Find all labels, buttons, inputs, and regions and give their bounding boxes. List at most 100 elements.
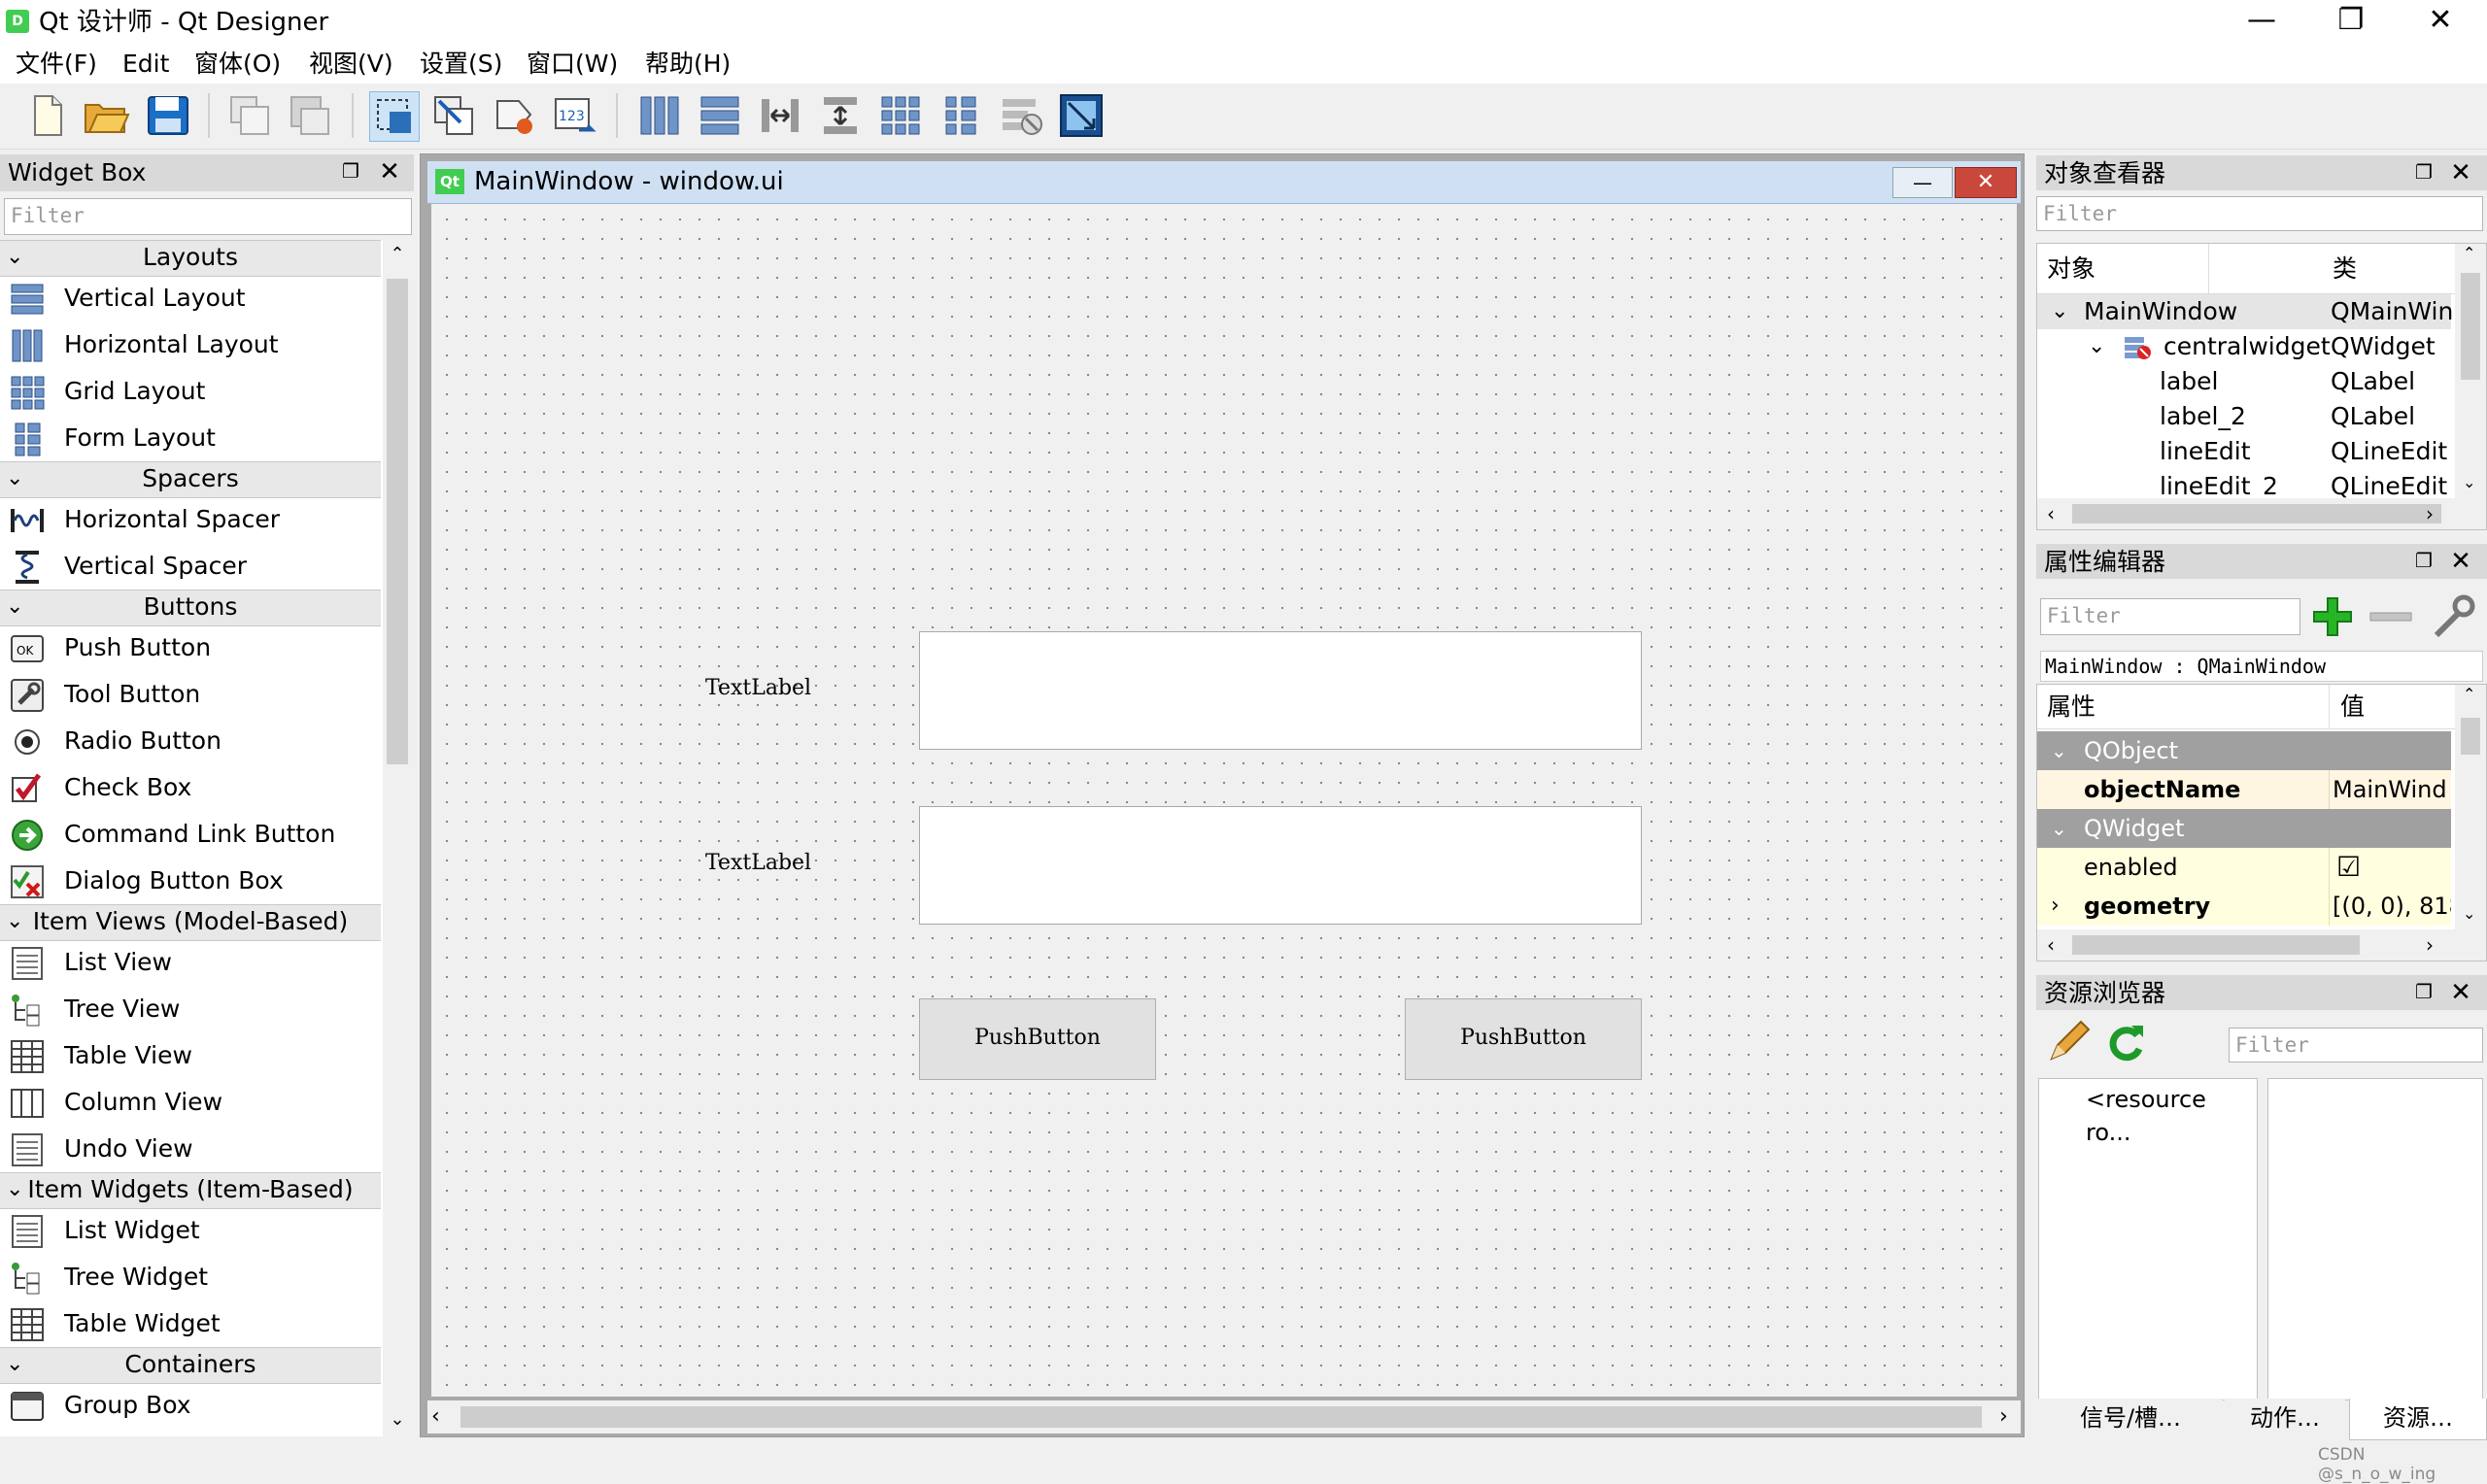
minimize-button[interactable]: — bbox=[2217, 0, 2306, 45]
tree-row-label-2[interactable]: label_2 QLabel bbox=[2037, 399, 2451, 434]
scroll-down-icon[interactable]: ⌄ bbox=[2463, 904, 2475, 923]
mdi-horizontal-scrollbar[interactable]: ‹ › bbox=[427, 1400, 2021, 1433]
widget-item-undo-view[interactable]: Undo View bbox=[0, 1126, 381, 1172]
new-file-icon[interactable] bbox=[23, 91, 72, 140]
resource-filter-input[interactable]: Filter bbox=[2229, 1028, 2483, 1062]
scroll-down-icon[interactable]: ⌄ bbox=[2463, 473, 2475, 491]
scrollbar-thumb[interactable] bbox=[2461, 273, 2480, 380]
scroll-up-icon[interactable]: ⌃ bbox=[383, 240, 412, 269]
copy-icon[interactable] bbox=[225, 91, 274, 140]
line-edit-2[interactable] bbox=[919, 806, 1642, 925]
widget-item-grid-layout[interactable]: Grid Layout bbox=[0, 368, 381, 415]
widget-item-vertical-layout[interactable]: Vertical Layout bbox=[0, 275, 381, 321]
column-class[interactable]: 类 bbox=[2333, 244, 2357, 294]
push-button-1[interactable]: PushButton bbox=[919, 998, 1156, 1080]
widget-item-horizontal-layout[interactable]: Horizontal Layout bbox=[0, 321, 381, 368]
menu-settings[interactable]: 设置(S) bbox=[420, 49, 502, 80]
open-folder-icon[interactable] bbox=[82, 91, 130, 140]
edit-tab-order-icon[interactable]: 123 bbox=[550, 91, 598, 140]
resource-root-item[interactable]: <resource ro... bbox=[2086, 1083, 2257, 1149]
save-icon[interactable] bbox=[144, 91, 192, 140]
text-label-1[interactable]: TextLabel bbox=[705, 676, 811, 700]
category-item-widgets[interactable]: ⌄ Item Widgets (Item-Based) bbox=[0, 1172, 381, 1209]
restore-button[interactable]: ❐ bbox=[2306, 0, 2396, 45]
category-buttons[interactable]: ⌄ Buttons bbox=[0, 590, 381, 626]
scroll-right-icon[interactable]: › bbox=[1999, 1400, 2008, 1433]
scrollbar-thumb[interactable] bbox=[2072, 504, 2441, 523]
scroll-down-icon[interactable]: ⌄ bbox=[383, 1405, 412, 1434]
category-layouts[interactable]: ⌄ Layouts bbox=[0, 240, 381, 277]
configure-wrench-icon[interactable] bbox=[2429, 592, 2477, 641]
widget-item-column-view[interactable]: Column View bbox=[0, 1079, 381, 1126]
widget-item-table-widget[interactable]: Table Widget bbox=[0, 1300, 381, 1347]
close-icon[interactable]: ✕ bbox=[2448, 159, 2473, 186]
edit-signals-slots-icon[interactable] bbox=[429, 91, 478, 140]
property-group-qobject[interactable]: ⌄ QObject bbox=[2037, 731, 2451, 770]
tree-row-centralwidget[interactable]: ⌄ centralwidget QWidget bbox=[2037, 329, 2451, 364]
adjust-size-icon[interactable] bbox=[1057, 91, 1106, 140]
scrollbar-thumb[interactable] bbox=[2072, 935, 2360, 955]
edit-buddies-icon[interactable] bbox=[490, 91, 538, 140]
float-icon[interactable]: ❐ bbox=[2413, 161, 2435, 183]
property-group-qwidget[interactable]: ⌄ QWidget bbox=[2037, 809, 2451, 848]
widget-item-list-view[interactable]: List View bbox=[0, 939, 381, 986]
menu-help[interactable]: 帮助(H) bbox=[645, 49, 731, 80]
layout-horizontal-splitter-icon[interactable] bbox=[756, 91, 804, 140]
form-minimize-button[interactable]: — bbox=[1892, 167, 1953, 198]
widget-item-radio-button[interactable]: Radio Button bbox=[0, 718, 381, 764]
layout-vertical-splitter-icon[interactable] bbox=[816, 91, 865, 140]
menu-window[interactable]: 窗口(W) bbox=[527, 49, 618, 80]
menu-file[interactable]: 文件(F) bbox=[16, 49, 97, 80]
column-value[interactable]: 值 bbox=[2340, 685, 2365, 729]
scrollbar-thumb[interactable] bbox=[460, 1406, 1982, 1428]
edit-resources-pencil-icon[interactable] bbox=[2046, 1020, 2091, 1064]
layout-form-icon[interactable] bbox=[937, 91, 985, 140]
remove-property-icon[interactable] bbox=[2367, 592, 2415, 641]
widget-item-dialog-button-box[interactable]: Dialog Button Box bbox=[0, 858, 381, 904]
property-row-objectname[interactable]: objectName MainWind bbox=[2037, 770, 2451, 809]
tree-row-lineedit-2[interactable]: lineEdit_2 QLineEdit bbox=[2037, 469, 2451, 498]
layout-grid-icon[interactable] bbox=[876, 91, 925, 140]
scroll-left-icon[interactable]: ‹ bbox=[431, 1400, 440, 1433]
text-label-2[interactable]: TextLabel bbox=[705, 851, 811, 875]
menu-form[interactable]: 窗体(O) bbox=[194, 49, 281, 80]
close-button[interactable]: ✕ bbox=[2396, 0, 2485, 45]
line-edit-1[interactable] bbox=[919, 631, 1642, 750]
reload-icon[interactable] bbox=[2104, 1022, 2147, 1064]
widget-item-tree-widget[interactable]: Tree Widget bbox=[0, 1254, 381, 1300]
tab-signals-slots[interactable]: 信号/槽… bbox=[2038, 1399, 2223, 1437]
scrollbar-thumb[interactable] bbox=[2461, 718, 2480, 755]
push-button-2[interactable]: PushButton bbox=[1405, 998, 1642, 1080]
category-spacers[interactable]: ⌄ Spacers bbox=[0, 461, 381, 498]
scroll-up-icon[interactable]: ⌃ bbox=[2463, 244, 2475, 262]
widget-box-scrollbar[interactable]: ⌃ ⌄ bbox=[383, 240, 412, 1436]
float-icon[interactable]: ❐ bbox=[2413, 981, 2435, 1002]
category-containers[interactable]: ⌄ Containers bbox=[0, 1347, 381, 1384]
widget-box-filter-input[interactable]: Filter bbox=[4, 198, 412, 235]
enabled-checkbox[interactable]: ☑ bbox=[2336, 848, 2361, 887]
property-editor-filter-input[interactable]: Filter bbox=[2040, 598, 2300, 635]
widget-item-table-view[interactable]: Table View bbox=[0, 1032, 381, 1079]
add-dynamic-property-icon[interactable] bbox=[2308, 592, 2357, 641]
scroll-right-icon[interactable]: › bbox=[2426, 498, 2434, 529]
form-canvas[interactable]: TextLabel TextLabel PushButton PushButto… bbox=[431, 204, 2017, 1397]
float-icon[interactable]: ❐ bbox=[340, 160, 361, 182]
widget-item-tree-view[interactable]: Tree View bbox=[0, 986, 381, 1032]
break-layout-icon[interactable] bbox=[997, 91, 1045, 140]
tab-actions[interactable]: 动作… bbox=[2225, 1399, 2345, 1437]
edit-widgets-icon[interactable] bbox=[369, 91, 420, 142]
property-table-hscrollbar[interactable]: ‹ › bbox=[2037, 929, 2486, 961]
scrollbar-thumb[interactable] bbox=[387, 279, 408, 764]
object-inspector-filter-input[interactable]: Filter bbox=[2036, 196, 2483, 231]
menu-view[interactable]: 视图(V) bbox=[309, 49, 393, 80]
widget-item-tool-button[interactable]: Tool Button bbox=[0, 671, 381, 718]
close-icon[interactable]: ✕ bbox=[2448, 979, 2473, 1006]
tree-row-lineedit[interactable]: lineEdit QLineEdit bbox=[2037, 434, 2451, 469]
property-table-vscrollbar[interactable]: ⌃ ⌄ bbox=[2455, 685, 2486, 929]
widget-item-vertical-spacer[interactable]: Vertical Spacer bbox=[0, 543, 381, 590]
scroll-up-icon[interactable]: ⌃ bbox=[2463, 685, 2475, 703]
close-icon[interactable]: ✕ bbox=[377, 158, 402, 186]
close-icon[interactable]: ✕ bbox=[2448, 548, 2473, 575]
widget-item-form-layout[interactable]: Form Layout bbox=[0, 415, 381, 461]
widget-item-push-button[interactable]: OK Push Button bbox=[0, 624, 381, 671]
